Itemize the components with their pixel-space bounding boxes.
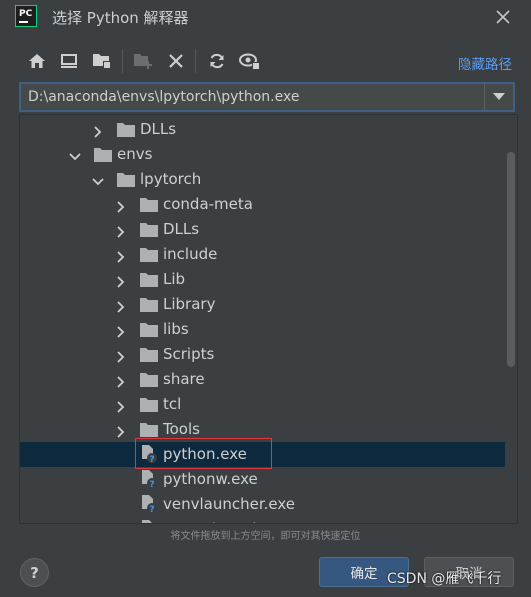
help-button[interactable]: ?: [20, 558, 49, 587]
tree-scrollbar[interactable]: [507, 152, 515, 367]
chevron-right-icon[interactable]: [92, 123, 104, 138]
tree-row-folder[interactable]: tcl: [20, 392, 505, 417]
python-file-icon: ?: [140, 520, 158, 523]
tree-row-folder[interactable]: Library: [20, 292, 505, 317]
tree-row-label: libs: [163, 320, 189, 338]
project-folder-icon[interactable]: [91, 50, 113, 72]
folder-icon: [140, 272, 158, 287]
new-folder-icon[interactable]: [132, 50, 154, 72]
chevron-right-icon[interactable]: [115, 298, 127, 313]
tree-row-label: conda-meta: [163, 195, 253, 213]
tree-row-folder[interactable]: Scripts: [20, 342, 505, 367]
folder-icon: [140, 297, 158, 312]
toolbar-separator: [195, 49, 196, 73]
path-combobox: [19, 82, 515, 112]
chevron-down-icon[interactable]: [484, 84, 513, 110]
folder-icon: [140, 247, 158, 262]
folder-icon: [140, 322, 158, 337]
dialog-title: 选择 Python 解释器: [52, 9, 189, 27]
chevron-right-icon[interactable]: [115, 423, 127, 438]
toolbar-separator: [122, 49, 123, 73]
select-interpreter-dialog: PC 选择 Python 解释器 隐藏路径 D:\anaconda\envs\l…: [0, 0, 531, 597]
chevron-right-icon[interactable]: [115, 248, 127, 263]
tree-row-folder[interactable]: conda-meta: [20, 192, 505, 217]
folder-icon: [94, 147, 112, 162]
folder-icon: [140, 197, 158, 212]
file-tree: ?venvwlauncher.exe?venvlauncher.exe?pyth…: [19, 114, 518, 524]
drop-hint: 将文件拖放到上方空间，即可对其快速定位: [170, 531, 361, 542]
hide-path-link[interactable]: 隐藏路径: [458, 53, 512, 73]
tree-row-folder[interactable]: include: [20, 242, 505, 267]
tree-row-label: include: [163, 245, 218, 263]
tree-row-file[interactable]: ? venvlauncher.exe: [20, 492, 505, 517]
tree-row-folder[interactable]: lpytorch: [20, 167, 505, 192]
chevron-right-icon[interactable]: [115, 348, 127, 363]
close-icon[interactable]: [493, 7, 513, 27]
svg-text:?: ?: [149, 480, 154, 488]
tree-row-file[interactable]: ? pythonw.exe: [20, 467, 505, 492]
tree-row-folder[interactable]: share: [20, 367, 505, 392]
delete-icon[interactable]: [165, 50, 187, 72]
show-hidden-icon[interactable]: [239, 50, 261, 72]
folder-icon: [140, 372, 158, 387]
csdn-watermark: CSDN @雁飞千行: [387, 571, 502, 587]
desktop-icon[interactable]: [58, 50, 80, 72]
folder-icon: [117, 122, 135, 137]
tree-row-label: venvlauncher.exe: [163, 495, 296, 513]
tree-row-label: pythonw.exe: [163, 470, 258, 488]
tree-row-file[interactable]: ? venvwlauncher.exe: [20, 517, 505, 523]
tree-row-label: Scripts: [163, 345, 215, 363]
home-icon[interactable]: [26, 50, 48, 72]
tree-row-label: Lib: [163, 270, 186, 288]
chevron-right-icon[interactable]: [115, 373, 127, 388]
chevron-right-icon[interactable]: [115, 198, 127, 213]
tree-row-file[interactable]: ? python.exe: [20, 438, 505, 469]
selection-highlight-box: [135, 438, 272, 469]
tree-row-folder[interactable]: envs: [20, 142, 505, 167]
svg-text:?: ?: [149, 505, 154, 513]
chevron-right-icon[interactable]: [115, 323, 127, 338]
tree-row-folder[interactable]: DLLs: [20, 217, 505, 242]
tree-row-label: tcl: [163, 395, 182, 413]
path-input[interactable]: [21, 84, 481, 110]
tree-row-label: DLLs: [163, 220, 200, 238]
folder-icon: [140, 397, 158, 412]
tree-row-label: DLLs: [140, 120, 177, 138]
chevron-right-icon[interactable]: [115, 273, 127, 288]
chevron-right-icon[interactable]: [115, 398, 127, 413]
chevron-down-icon[interactable]: [69, 148, 81, 161]
folder-icon: [140, 347, 158, 362]
python-file-icon: ?: [140, 495, 158, 515]
tree-row-label: Library: [163, 295, 216, 313]
tree-row-folder[interactable]: Lib: [20, 267, 505, 292]
chevron-down-icon[interactable]: [92, 173, 104, 186]
refresh-icon[interactable]: [206, 50, 228, 72]
folder-icon: [117, 172, 135, 187]
title-bar: PC 选择 Python 解释器: [0, 0, 531, 36]
folder-icon: [140, 222, 158, 237]
tree-row-label: envs: [117, 145, 153, 163]
tree-row-folder[interactable]: DLLs: [20, 117, 505, 142]
python-file-icon: ?: [140, 470, 158, 490]
tree-row-folder[interactable]: Tools: [20, 417, 505, 442]
chevron-right-icon[interactable]: [115, 223, 127, 238]
tree-row-label: Tools: [163, 420, 200, 438]
tree-row-label: share: [163, 370, 205, 388]
tree-row-label: venvwlauncher.exe: [163, 520, 307, 523]
file-chooser-toolbar: 隐藏路径: [0, 46, 531, 76]
pycharm-logo-icon: PC: [15, 5, 37, 27]
tree-row-folder[interactable]: libs: [20, 317, 505, 342]
tree-row-label: lpytorch: [140, 170, 202, 188]
folder-icon: [140, 422, 158, 437]
help-icon: ?: [30, 563, 39, 582]
